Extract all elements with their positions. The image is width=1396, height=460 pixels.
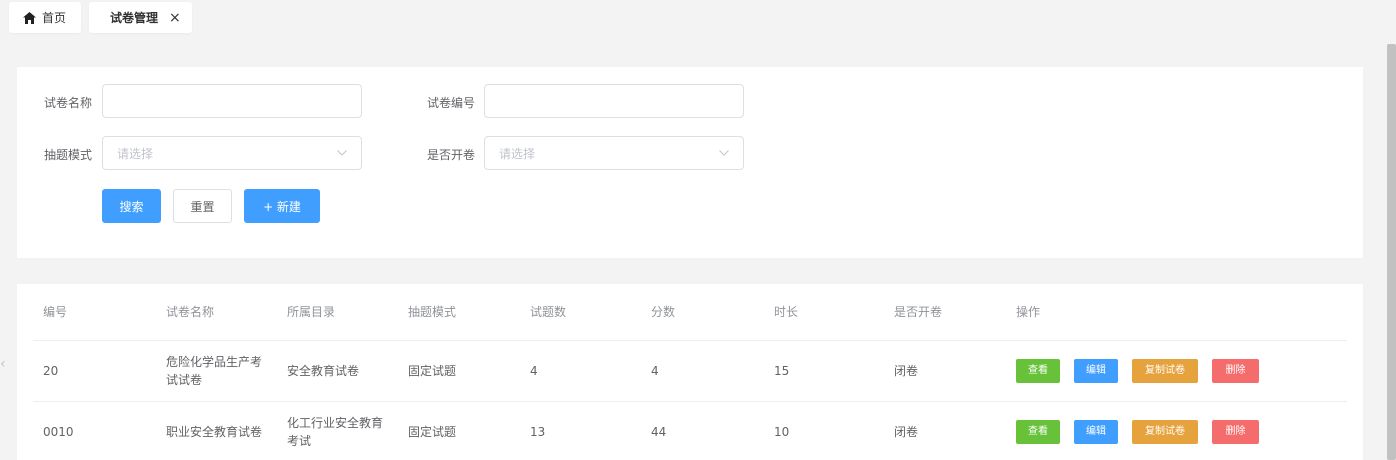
col-header-score: 分数 [651, 305, 676, 319]
chevron-down-icon [337, 150, 347, 156]
cell-name: 职业安全教育试卷 [166, 425, 263, 439]
col-header-name: 试卷名称 [166, 305, 215, 319]
tab-home[interactable]: 首页 [9, 2, 81, 33]
search-button[interactable]: 搜索 [102, 189, 161, 223]
tab-bar: 首页 试卷管理 × [0, 0, 1396, 44]
table-header: 编号 试卷名称 所属目录 抽题模式 试题数 分数 时长 是否开卷 操作 [33, 284, 1347, 341]
col-header-mode: 抽题模式 [408, 305, 457, 319]
cell-open: 闭卷 [894, 364, 919, 378]
tab-exam-management[interactable]: 试卷管理 × [89, 2, 192, 33]
cell-count: 4 [530, 364, 538, 378]
copy-paper-button[interactable]: 复制试卷 [1132, 359, 1198, 383]
home-icon [23, 11, 36, 24]
open-book-label: 是否开卷 [427, 148, 476, 162]
draw-mode-select[interactable]: 请选择 [102, 136, 362, 170]
cell-actions: 查看 编辑 复制试卷 删除 [1016, 341, 1273, 401]
cell-name: 危险化学品生产考试试卷 [166, 355, 263, 387]
col-header-count: 试题数 [530, 305, 567, 319]
cell-actions: 查看 编辑 复制试卷 删除 [1016, 402, 1273, 460]
open-book-select[interactable]: 请选择 [484, 136, 744, 170]
paper-name-label: 试卷名称 [44, 96, 93, 110]
draw-mode-label: 抽题模式 [44, 148, 93, 162]
chevron-down-icon [719, 150, 729, 156]
cell-duration: 15 [774, 364, 790, 378]
cell-mode: 固定试题 [408, 364, 457, 378]
new-button[interactable]: + 新建 [244, 189, 320, 223]
cell-id: 20 [43, 364, 59, 378]
col-header-actions: 操作 [1016, 305, 1041, 319]
tab-home-label: 首页 [42, 11, 67, 25]
scrollbar-thumb[interactable] [1387, 44, 1396, 460]
paper-table: 编号 试卷名称 所属目录 抽题模式 试题数 分数 时长 是否开卷 操作 20 危… [17, 284, 1363, 460]
cell-count: 13 [530, 425, 546, 439]
cell-score: 4 [651, 364, 659, 378]
paper-name-input[interactable] [102, 84, 362, 118]
cell-catalog: 安全教育试卷 [287, 364, 360, 378]
delete-button[interactable]: 删除 [1212, 359, 1259, 383]
edit-button[interactable]: 编辑 [1074, 420, 1118, 444]
search-panel: 试卷名称 试卷编号 抽题模式 请选择 是否开卷 请选择 搜索 重置 + 新建 [17, 67, 1363, 258]
col-header-open: 是否开卷 [894, 305, 943, 319]
cell-score: 44 [651, 425, 667, 439]
cell-catalog: 化工行业安全教育考试 [287, 416, 384, 448]
table-row: 20 危险化学品生产考试试卷 安全教育试卷 固定试题 4 4 15 闭卷 查看 … [33, 341, 1347, 402]
col-header-catalog: 所属目录 [287, 305, 336, 319]
collapse-arrow-icon[interactable]: ‹ [0, 356, 6, 372]
cell-open: 闭卷 [894, 425, 919, 439]
cell-id: 0010 [43, 425, 74, 439]
cell-duration: 10 [774, 425, 790, 439]
reset-button[interactable]: 重置 [173, 189, 232, 223]
paper-code-label: 试卷编号 [427, 96, 476, 110]
draw-mode-placeholder: 请选择 [117, 146, 154, 161]
view-button[interactable]: 查看 [1016, 359, 1060, 383]
delete-button[interactable]: 删除 [1212, 420, 1259, 444]
edit-button[interactable]: 编辑 [1074, 359, 1118, 383]
close-icon[interactable]: × [169, 10, 181, 26]
copy-paper-button[interactable]: 复制试卷 [1132, 420, 1198, 444]
paper-code-input[interactable] [484, 84, 744, 118]
view-button[interactable]: 查看 [1016, 420, 1060, 444]
open-book-placeholder: 请选择 [499, 146, 536, 161]
col-header-id: 编号 [43, 305, 68, 319]
col-header-duration: 时长 [774, 305, 799, 319]
table-row: 0010 职业安全教育试卷 化工行业安全教育考试 固定试题 13 44 10 闭… [33, 402, 1347, 460]
cell-mode: 固定试题 [408, 425, 457, 439]
tab-exam-management-label: 试卷管理 [110, 11, 159, 25]
